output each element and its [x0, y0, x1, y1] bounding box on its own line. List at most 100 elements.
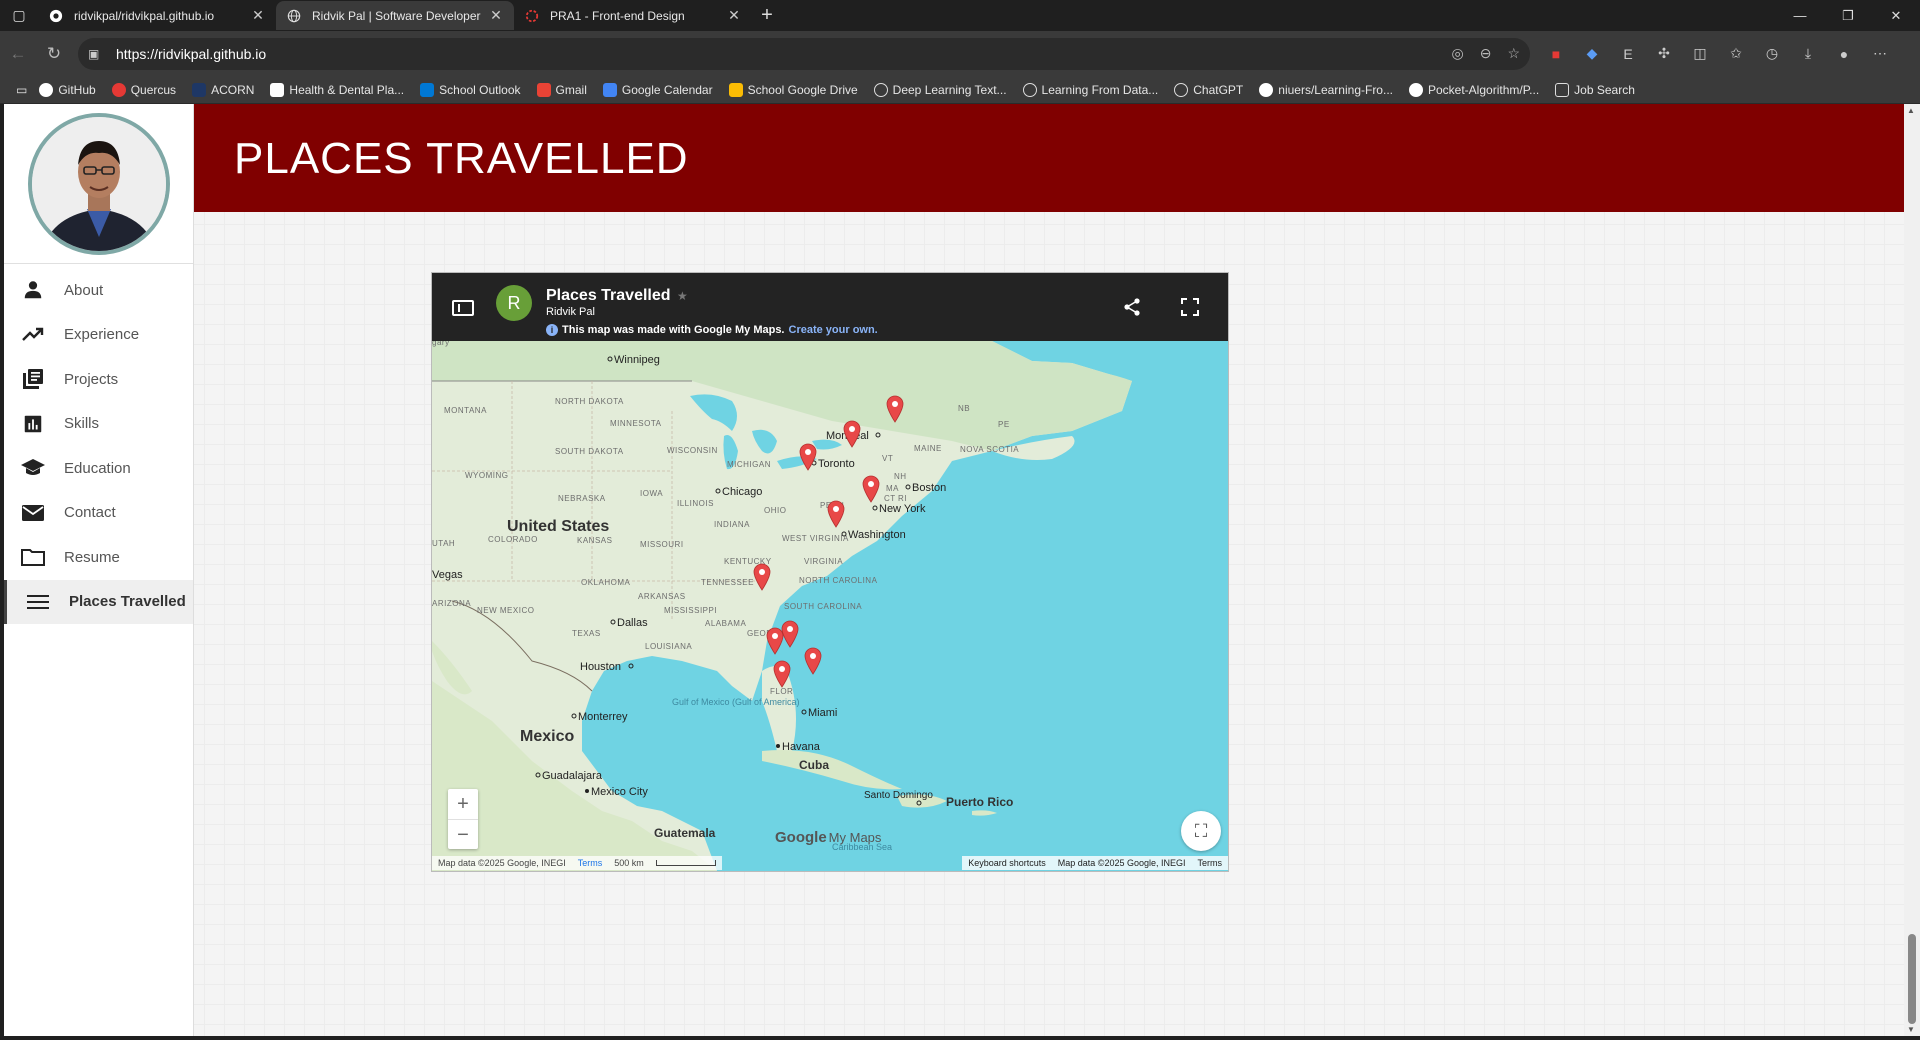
mail-icon [20, 500, 46, 526]
window-controls: — ❐ ✕ [1776, 0, 1920, 31]
bookmark-item[interactable]: Pocket-Algorithm/P... [1401, 78, 1547, 102]
bookmark-item[interactable]: School Outlook [412, 78, 528, 102]
recenter-icon[interactable]: ⛶ [1181, 811, 1221, 851]
map-pin-icon[interactable] [799, 443, 817, 471]
svg-text:Winnipeg: Winnipeg [614, 354, 660, 366]
keyboard-shortcuts-button[interactable]: Keyboard shortcuts [968, 858, 1046, 868]
more-menu-icon[interactable]: ⋯ [1868, 42, 1892, 66]
map-pin-icon[interactable] [766, 627, 784, 655]
close-window-icon[interactable]: ✕ [1872, 0, 1920, 31]
bookmark-item[interactable]: GitHub [31, 78, 103, 102]
fullscreen-icon[interactable] [1180, 297, 1200, 317]
minimize-icon[interactable]: — [1776, 0, 1824, 31]
map-pin-icon[interactable] [843, 420, 861, 448]
page-scrollbar[interactable]: ▲ ▼ [1904, 104, 1920, 1036]
city-havana: Havana [776, 741, 821, 753]
city-winnipeg: Winnipeg [607, 354, 660, 366]
outlook-icon [420, 82, 435, 97]
sidebar-item-experience[interactable]: Experience [4, 313, 193, 358]
url-field[interactable]: ▣ https://ridvikpal.github.io ◎ ⊖ ☆ [78, 37, 1530, 70]
bookmark-item[interactable]: Health & Dental Pla... [262, 78, 412, 102]
github-icon [48, 8, 64, 24]
map-canvas[interactable]: MONTANA NORTH DAKOTA SOUTH DAKOTA MINNES… [432, 341, 1229, 871]
terms-link[interactable]: Terms [1198, 858, 1223, 868]
map-pin-icon[interactable] [773, 660, 791, 688]
bookmark-item[interactable]: ChatGPT [1166, 78, 1251, 102]
restore-icon[interactable]: ❐ [1824, 0, 1872, 31]
close-icon[interactable]: ✕ [726, 7, 742, 24]
tab-portfolio[interactable]: Ridvik Pal | Software Developer ✕ [276, 1, 514, 30]
puzzle-icon[interactable]: ✣ [1652, 42, 1676, 66]
bookmark-item[interactable]: niuers/Learning-Fro... [1251, 78, 1401, 102]
bookmark-item[interactable]: Deep Learning Text... [866, 78, 1015, 102]
map-pin-icon[interactable] [753, 563, 771, 591]
zoom-in-button[interactable]: + [448, 789, 478, 819]
map-region-label: NOVA SCOTIA [960, 445, 1019, 454]
tab-pra1[interactable]: PRA1 - Front-end Design ✕ [514, 1, 752, 30]
tab-actions-icon[interactable]: ▢ [0, 0, 38, 31]
sidebar-item-resume[interactable]: Resume [4, 535, 193, 580]
bookmark-item[interactable]: School Google Drive [721, 78, 866, 102]
reader-icon[interactable]: ⊖ [1480, 45, 1492, 62]
history-icon[interactable]: ◷ [1760, 42, 1784, 66]
info-icon: i [546, 324, 558, 336]
site-info-icon[interactable]: ▣ [88, 47, 106, 61]
create-your-own-link[interactable]: Create your own. [789, 324, 878, 336]
bookmark-item[interactable]: Gmail [529, 78, 595, 102]
star-icon[interactable]: ★ [677, 289, 688, 303]
map-data-text: Map data ©2025 Google, INEGI [1057, 858, 1186, 868]
sidebar-item-contact[interactable]: Contact [4, 491, 193, 536]
gulf-label: Gulf of Mexico (Gulf of America) [672, 697, 800, 707]
map-pin-icon[interactable] [804, 647, 822, 675]
tab-github[interactable]: ridvikpal/ridvikpal.github.io ✕ [38, 1, 276, 30]
favorite-star-icon[interactable]: ☆ [1507, 45, 1520, 62]
bookmark-item[interactable]: Learning From Data... [1015, 78, 1167, 102]
map-region-label: MINNESOTA [610, 419, 662, 428]
google-my-maps-embed[interactable]: R Places Travelled ★ Ridvik Pal i This ma… [431, 272, 1229, 872]
svg-text:Dallas: Dallas [617, 617, 648, 629]
map-pin-icon[interactable] [886, 395, 904, 423]
folder-icon [1555, 82, 1570, 97]
sidebar-item-education[interactable]: Education [4, 446, 193, 491]
bookmark-item[interactable]: ACORN [184, 78, 262, 102]
close-icon[interactable]: ✕ [488, 7, 504, 24]
bookmark-item[interactable]: Google Calendar [595, 78, 721, 102]
tab-bar: ▢ ridvikpal/ridvikpal.github.io ✕ Ridvik… [0, 0, 1920, 31]
calendar-icon [602, 82, 617, 97]
scroll-up-icon[interactable]: ▲ [1907, 106, 1915, 115]
zoom-out-button[interactable]: − [448, 820, 478, 850]
scroll-down-icon[interactable]: ▼ [1907, 1025, 1915, 1034]
map-pin-icon[interactable] [827, 500, 845, 528]
bitwarden-icon[interactable]: ◆ [1580, 42, 1604, 66]
reading-list-icon[interactable]: ▭ [8, 78, 31, 102]
map-legend-toggle-icon[interactable] [452, 300, 474, 316]
terms-link[interactable]: Terms [578, 858, 603, 868]
extension-e-icon[interactable]: E [1616, 42, 1640, 66]
profile-avatar-icon[interactable]: ● [1832, 42, 1856, 66]
scrollbar-thumb[interactable] [1908, 934, 1916, 1024]
map-region-label: KANSAS [577, 536, 612, 545]
school-icon [20, 455, 46, 481]
tracking-prevention-icon[interactable]: ◎ [1451, 45, 1463, 62]
share-icon[interactable] [1122, 297, 1142, 317]
split-screen-icon[interactable]: ◫ [1688, 42, 1712, 66]
back-icon[interactable]: ← [0, 36, 36, 72]
refresh-icon[interactable]: ↻ [36, 36, 72, 72]
map-title[interactable]: Places Travelled [546, 287, 671, 305]
map-pin-icon[interactable] [862, 475, 880, 503]
sidebar-item-projects[interactable]: Projects [4, 357, 193, 402]
sidebar-item-about[interactable]: About [4, 268, 193, 313]
bookmark-item[interactable]: Quercus [104, 78, 184, 102]
sidebar-item-places-travelled[interactable]: Places Travelled [4, 579, 193, 624]
bookmark-item[interactable]: Job Search [1547, 78, 1643, 102]
sidebar-nav: About Experience Projects Skills Education Co… [4, 264, 193, 624]
close-icon[interactable]: ✕ [250, 7, 266, 24]
favorites-icon[interactable]: ✩ [1724, 42, 1748, 66]
extension-icon[interactable]: ■ [1544, 42, 1568, 66]
sidebar-item-skills[interactable]: Skills [4, 402, 193, 447]
new-tab-button[interactable]: + [752, 4, 782, 27]
download-icon[interactable]: ⤓ [1796, 42, 1820, 66]
sidebar-item-label: Contact [64, 504, 116, 522]
bookmarks-bar: ▭ GitHub Quercus ACORN Health & Dental Pla.… [0, 76, 1920, 104]
map-region-label: ARIZONA [432, 599, 471, 608]
